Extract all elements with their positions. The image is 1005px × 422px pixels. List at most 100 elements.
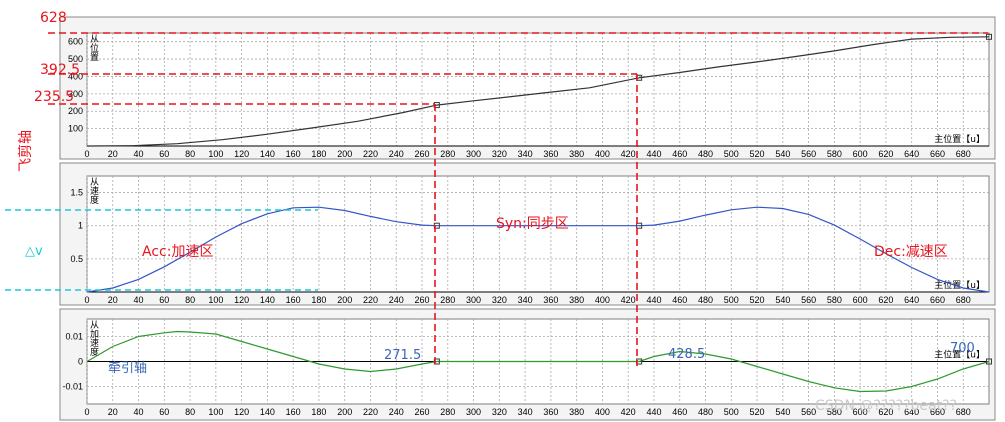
x-tick-label: 300 — [466, 295, 481, 305]
x-tick-label: 640 — [904, 295, 919, 305]
y-tick-label: 600 — [68, 37, 83, 47]
x-tick-label: 280 — [440, 149, 455, 159]
x-tick-label: 160 — [286, 407, 301, 417]
master-428-5-label: 428.5 — [668, 347, 705, 362]
x-tick-label: 680 — [956, 295, 971, 305]
label-235-5: 235.5 — [34, 89, 74, 105]
x-tick-label: 80 — [185, 407, 195, 417]
x-tick-label: 140 — [260, 407, 275, 417]
x-tick-label: 80 — [185, 295, 195, 305]
x-tick-label: 380 — [569, 149, 584, 159]
x-tick-label: 480 — [698, 149, 713, 159]
velocity-plot: 0 20 40 60 80 100 120 140 160 180 200 220 240 260 280 3… — [70, 175, 990, 305]
x-tick-label: 220 — [363, 149, 378, 159]
y-tick-label: 0.01 — [65, 332, 83, 342]
x-tick-label: 0 — [84, 407, 89, 417]
y-tick-label: 200 — [68, 106, 83, 116]
x-tick-label: 640 — [904, 149, 919, 159]
x-tick-label: 180 — [311, 407, 326, 417]
x-tick-label: 320 — [492, 407, 507, 417]
x-tick-label: 420 — [621, 295, 636, 305]
x-tick-label: 660 — [930, 149, 945, 159]
x-tick-label: 0 — [84, 149, 89, 159]
x-tick-label: 420 — [621, 407, 636, 417]
x-tick-label: 660 — [930, 295, 945, 305]
x-tick-label: 240 — [389, 295, 404, 305]
x-tick-label: 440 — [646, 149, 661, 159]
x-tick-label: 60 — [159, 295, 169, 305]
x-tick-label: 460 — [672, 407, 687, 417]
y-axis-label: 从位置 — [90, 34, 99, 63]
label-392-5: 392.5 — [40, 62, 80, 78]
x-tick-label: 440 — [646, 295, 661, 305]
x-tick-label: 520 — [750, 295, 765, 305]
x-tick-label: 560 — [801, 407, 816, 417]
x-tick-label: 0 — [84, 295, 89, 305]
x-unit-label: 主位置【u】 — [934, 133, 985, 145]
x-tick-label: 340 — [518, 295, 533, 305]
x-tick-label: 20 — [108, 295, 118, 305]
syn-zone-label: Syn:同步区 — [496, 216, 569, 232]
x-tick-label: 320 — [492, 295, 507, 305]
x-tick-label: 560 — [801, 295, 816, 305]
electronic-cam-chart: 0 20 40 60 80 100 120 140 160 180 200 220 240 260 280 3… — [5, 10, 996, 421]
y-axis-label-char: 度 — [90, 194, 99, 206]
x-tick-label: 40 — [134, 149, 144, 159]
x-tick-label: 520 — [750, 407, 765, 417]
csdn-watermark: CSDN @?????beat?? — [815, 398, 957, 414]
x-tick-label: 680 — [956, 407, 971, 417]
x-tick-label: 200 — [337, 407, 352, 417]
x-tick-label: 540 — [775, 149, 790, 159]
x-tick-label: 520 — [750, 149, 765, 159]
x-tick-label: 620 — [878, 149, 893, 159]
x-tick-label: 360 — [543, 407, 558, 417]
x-tick-label: 600 — [853, 295, 868, 305]
label-628: 628 — [40, 10, 67, 26]
x-tick-label: 480 — [698, 407, 713, 417]
x-tick-label: 240 — [389, 149, 404, 159]
x-tick-label: 120 — [234, 295, 249, 305]
x-tick-label: 80 — [185, 149, 195, 159]
x-tick-label: 540 — [775, 407, 790, 417]
x-tick-label: 380 — [569, 295, 584, 305]
x-tick-label: 200 — [337, 149, 352, 159]
x-tick-label: 120 — [234, 407, 249, 417]
x-tick-label: 500 — [724, 295, 739, 305]
x-tick-label: 240 — [389, 407, 404, 417]
x-tick-label: 20 — [108, 407, 118, 417]
x-tick-label: 580 — [827, 149, 842, 159]
y-axis-label: 从加速度 — [90, 320, 99, 358]
plot-area — [86, 32, 990, 147]
x-tick-label: 460 — [672, 149, 687, 159]
x-tick-label: 600 — [853, 149, 868, 159]
x-tick-label: 380 — [569, 407, 584, 417]
x-tick-label: 160 — [286, 295, 301, 305]
master-700-label: 700 — [950, 341, 975, 356]
y-axis-label-char: 度 — [90, 346, 99, 358]
y-tick-label: 1.5 — [70, 188, 83, 198]
x-tick-label: 200 — [337, 295, 352, 305]
x-tick-label: 400 — [595, 149, 610, 159]
x-tick-label: 280 — [440, 295, 455, 305]
x-tick-label: 100 — [208, 295, 223, 305]
x-tick-label: 480 — [698, 295, 713, 305]
x-tick-label: 500 — [724, 149, 739, 159]
y-axis-label: 从速度 — [90, 177, 99, 206]
x-tick-label: 260 — [415, 149, 430, 159]
x-tick-label: 580 — [827, 295, 842, 305]
x-tick-label: 180 — [311, 295, 326, 305]
x-tick-label: 460 — [672, 295, 687, 305]
x-tick-label: 340 — [518, 407, 533, 417]
x-tick-label: 500 — [724, 407, 739, 417]
x-tick-label: 320 — [492, 149, 507, 159]
x-tick-label: 180 — [311, 149, 326, 159]
traction-axis-label: 牵引轴 — [108, 361, 147, 376]
x-tick-label: 540 — [775, 295, 790, 305]
x-tick-label: 560 — [801, 149, 816, 159]
x-tick-label: 60 — [159, 407, 169, 417]
x-tick-label: 100 — [208, 407, 223, 417]
position-plot: 0 20 40 60 80 100 120 140 160 180 200 220 240 260 280 3… — [68, 32, 992, 159]
x-tick-label: 400 — [595, 407, 610, 417]
x-tick-label: 100 — [208, 149, 223, 159]
x-tick-label: 360 — [543, 295, 558, 305]
